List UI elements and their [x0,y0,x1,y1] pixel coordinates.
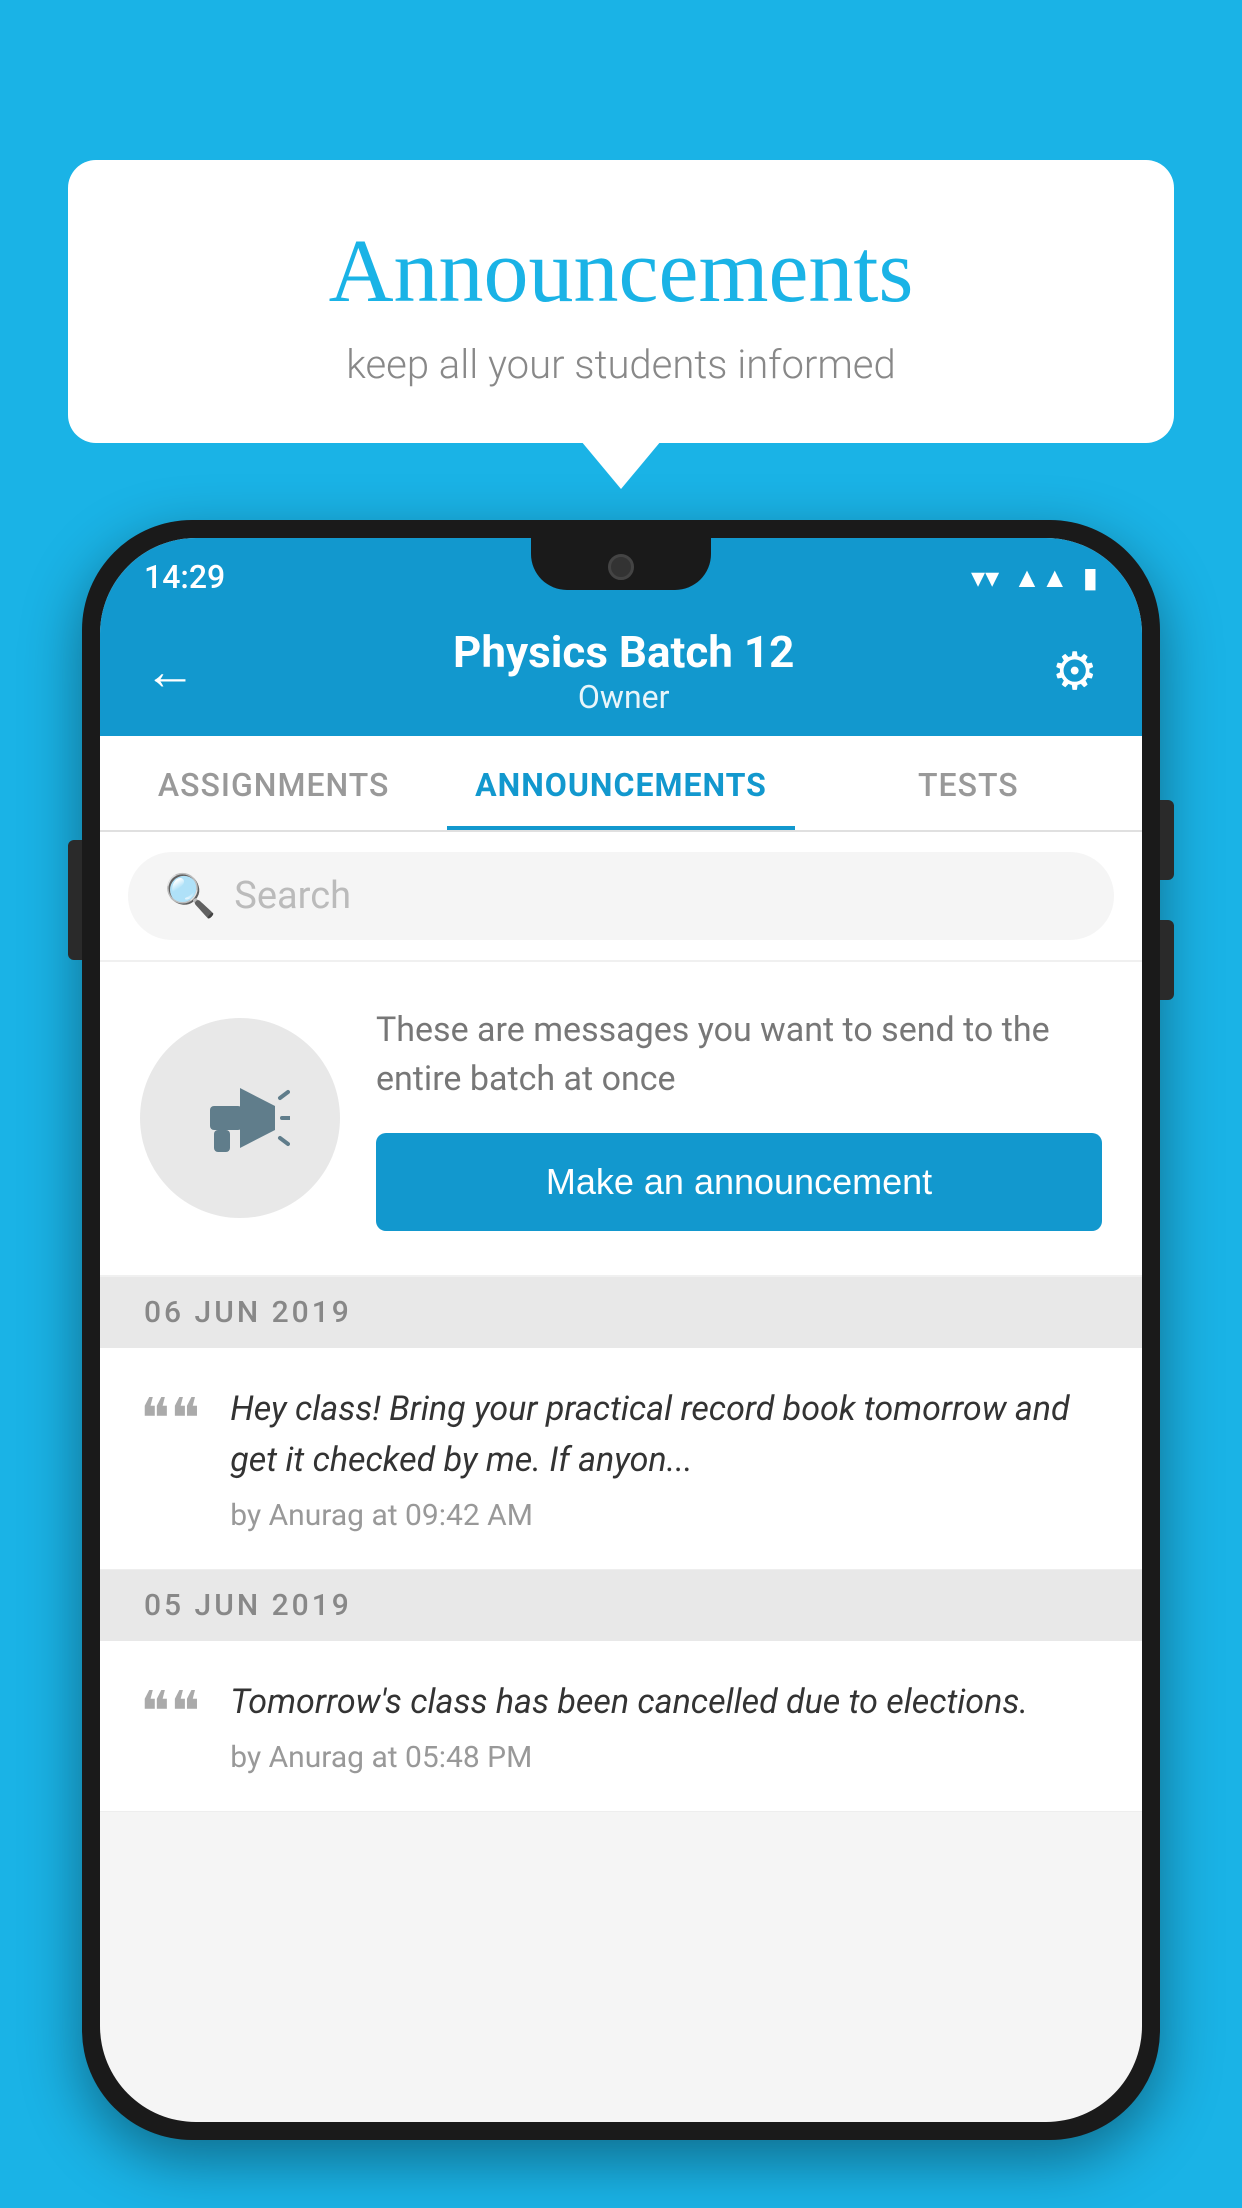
batch-title: Physics Batch 12 [453,626,794,678]
settings-icon[interactable]: ⚙ [1051,641,1098,702]
announcement-text-1: Hey class! Bring your practical record b… [230,1384,1102,1486]
batch-role: Owner [453,678,794,716]
quote-icon-2: ❝❝ [140,1685,200,1741]
search-input-wrapper[interactable]: 🔍 Search [128,852,1114,940]
bubble-title: Announcements [148,220,1094,323]
make-announcement-button[interactable]: Make an announcement [376,1133,1102,1231]
announcement-text-2: Tomorrow's class has been cancelled due … [230,1677,1102,1728]
promo-icon-circle [140,1018,340,1218]
search-placeholder: Search [234,874,351,918]
tab-announcements[interactable]: ANNOUNCEMENTS [447,766,794,830]
power-button [68,840,82,960]
search-bar: 🔍 Search [100,832,1142,960]
phone-container: 14:29 ▾▾ ▲▲ ▮ ← Physics Batch 12 Owner ⚙… [82,520,1160,2208]
megaphone-icon [190,1068,290,1168]
app-header: ← Physics Batch 12 Owner ⚙ [100,606,1142,736]
promo-content: These are messages you want to send to t… [376,1006,1102,1231]
content-area: 🔍 Search [100,832,1142,1812]
wifi-icon: ▾▾ [971,561,999,594]
header-title-block: Physics Batch 12 Owner [453,626,794,716]
bubble-subtitle: keep all your students informed [148,341,1094,388]
tabs-bar: ASSIGNMENTS ANNOUNCEMENTS TESTS [100,736,1142,832]
date-divider-1: 06 JUN 2019 [100,1277,1142,1348]
quote-icon-1: ❝❝ [140,1392,200,1448]
camera-icon [608,554,634,580]
phone-outer: 14:29 ▾▾ ▲▲ ▮ ← Physics Batch 12 Owner ⚙… [82,520,1160,2140]
tab-assignments[interactable]: ASSIGNMENTS [100,766,447,830]
battery-icon: ▮ [1083,561,1098,594]
tab-tests[interactable]: TESTS [795,766,1142,830]
speech-bubble: Announcements keep all your students inf… [68,160,1174,443]
volume-up-button [1160,800,1174,880]
announcement-meta-1: by Anurag at 09:42 AM [230,1498,1102,1533]
date-divider-2: 05 JUN 2019 [100,1570,1142,1641]
search-icon: 🔍 [164,872,216,921]
phone-notch [531,538,711,590]
speech-bubble-container: Announcements keep all your students inf… [68,160,1174,443]
announcement-content-2: Tomorrow's class has been cancelled due … [230,1677,1102,1775]
phone-screen: 14:29 ▾▾ ▲▲ ▮ ← Physics Batch 12 Owner ⚙… [100,538,1142,2122]
announcement-content-1: Hey class! Bring your practical record b… [230,1384,1102,1533]
signal-icon: ▲▲ [1013,561,1068,594]
status-time: 14:29 [144,558,225,596]
announcement-item-1[interactable]: ❝❝ Hey class! Bring your practical recor… [100,1348,1142,1570]
promo-description: These are messages you want to send to t… [376,1006,1102,1105]
status-icons: ▾▾ ▲▲ ▮ [971,561,1098,594]
announcement-meta-2: by Anurag at 05:48 PM [230,1740,1102,1775]
announcement-item-2[interactable]: ❝❝ Tomorrow's class has been cancelled d… [100,1641,1142,1812]
promo-card: These are messages you want to send to t… [100,962,1142,1275]
back-button[interactable]: ← [144,641,196,702]
volume-down-button [1160,920,1174,1000]
